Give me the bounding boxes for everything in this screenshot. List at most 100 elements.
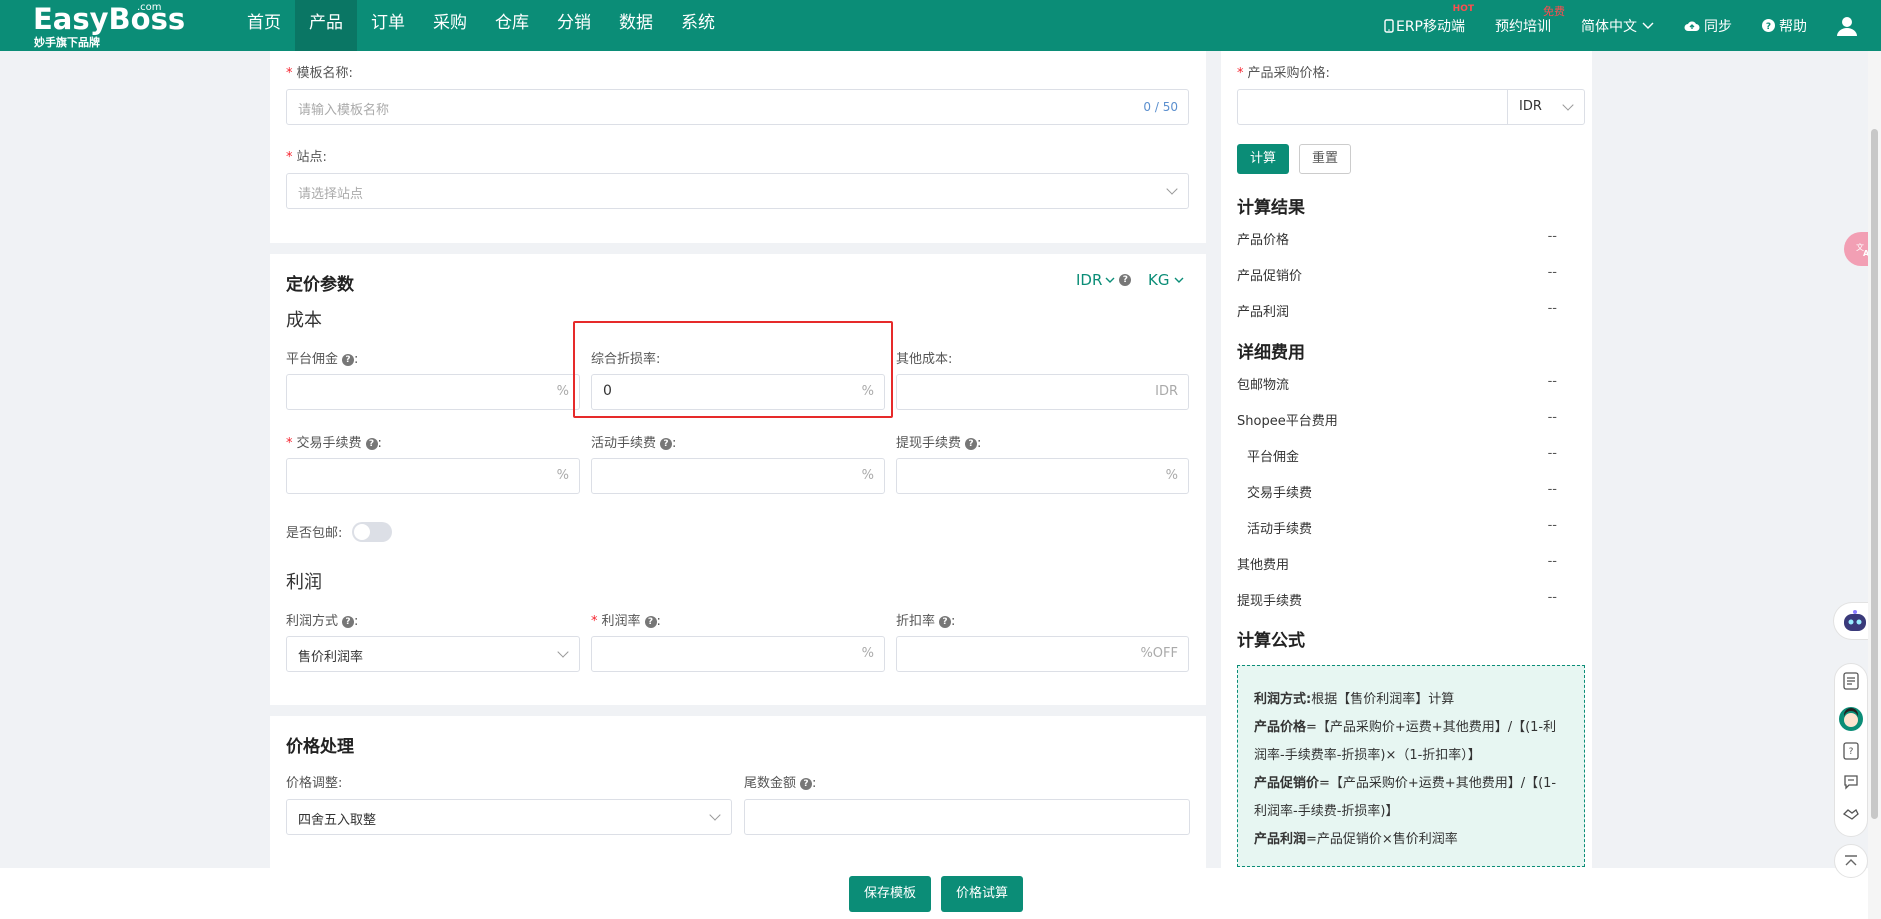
question-icon[interactable]: ? bbox=[800, 778, 813, 790]
discount-rate-input[interactable]: %OFF bbox=[896, 636, 1189, 672]
tail-amount-label: 尾数金额?: bbox=[744, 776, 817, 791]
help-link[interactable]: ? 帮助 bbox=[1762, 16, 1807, 36]
detail-fees-title: 详细费用 bbox=[1237, 343, 1305, 363]
training-link[interactable]: 预约培训 免费 bbox=[1495, 5, 1565, 36]
formula-box: 利润方式:根据【售价利润率】计算 产品价格=【产品采购价+运费+其他费用】/【(… bbox=[1237, 665, 1585, 867]
platform-commission-input[interactable]: % bbox=[286, 374, 580, 410]
transaction-fee-label: * 交易手续费?: bbox=[286, 436, 382, 451]
question-icon[interactable]: ? bbox=[365, 438, 378, 450]
language-label: 简体中文 bbox=[1581, 18, 1637, 35]
question-icon[interactable]: ? bbox=[965, 438, 978, 450]
transaction-fee-input[interactable]: % bbox=[286, 458, 580, 494]
nav-data[interactable]: 数据 bbox=[605, 0, 667, 51]
cloud-upload-icon bbox=[1684, 21, 1700, 31]
free-badge: 免费 bbox=[1543, 4, 1565, 18]
weight-unit-select[interactable]: KG bbox=[1148, 271, 1184, 289]
formula-price-line: 产品价格=【产品采购价+运费+其他费用】/【(1-利润率-手续费率-折损率)×（… bbox=[1254, 720, 1557, 763]
price-trial-button[interactable]: 价格试算 bbox=[941, 876, 1023, 912]
help-label: 帮助 bbox=[1779, 18, 1807, 35]
page-scrollbar[interactable] bbox=[1868, 51, 1881, 919]
nav-distribution[interactable]: 分销 bbox=[543, 0, 605, 51]
site-select[interactable]: 请选择站点 bbox=[286, 173, 1189, 209]
template-name-input[interactable]: 请输入模板名称 0 / 50 bbox=[286, 89, 1189, 125]
question-icon[interactable]: ? bbox=[1119, 274, 1132, 286]
svg-text:?: ? bbox=[1849, 747, 1854, 757]
scrollbar-thumb[interactable] bbox=[1871, 129, 1878, 819]
main-nav: 首页 产品 订单 采购 仓库 分销 数据 系统 bbox=[233, 0, 729, 51]
question-icon[interactable]: ? bbox=[342, 354, 355, 366]
profit-method-value: 售价利润率 bbox=[298, 650, 364, 665]
svg-text:?: ? bbox=[1766, 22, 1771, 32]
formula-title: 计算公式 bbox=[1237, 631, 1305, 651]
nav-warehouse[interactable]: 仓库 bbox=[481, 0, 543, 51]
result-row: 产品促销价 -- bbox=[1237, 265, 1557, 284]
reset-button[interactable]: 重置 bbox=[1299, 144, 1351, 174]
nav-orders[interactable]: 订单 bbox=[357, 0, 419, 51]
result-row: 产品价格 -- bbox=[1237, 229, 1557, 248]
chevron-down-icon bbox=[1642, 22, 1654, 29]
weight-unit-value: KG bbox=[1148, 271, 1170, 289]
detail-row: 活动手续费 -- bbox=[1247, 518, 1557, 537]
side-toolbar: ? bbox=[1834, 663, 1868, 837]
calculate-button[interactable]: 计算 bbox=[1237, 144, 1289, 174]
question-icon[interactable]: ? bbox=[644, 616, 657, 628]
save-template-button[interactable]: 保存模板 bbox=[849, 876, 931, 912]
site-label: * 站点: bbox=[286, 150, 327, 165]
other-cost-input[interactable]: IDR bbox=[896, 374, 1189, 410]
purchase-price-label: * 产品采购价格: bbox=[1237, 66, 1330, 81]
logo-brand-text: EasyBoss bbox=[33, 2, 186, 36]
withdraw-fee-label: 提现手续费?: bbox=[896, 436, 982, 451]
price-adjust-value: 四舍五入取整 bbox=[298, 813, 377, 828]
logo-dotcom-text: .com bbox=[137, 2, 162, 13]
purchase-currency-select[interactable]: IDR bbox=[1507, 89, 1585, 125]
question-circle-icon: ? bbox=[1762, 19, 1775, 32]
question-icon[interactable]: ? bbox=[342, 616, 355, 628]
nav-home[interactable]: 首页 bbox=[233, 0, 295, 51]
nav-system[interactable]: 系统 bbox=[667, 0, 729, 51]
customer-service-avatar-icon[interactable] bbox=[1838, 706, 1864, 732]
platform-commission-label: 平台佣金?: bbox=[286, 352, 359, 367]
language-select[interactable]: 简体中文 bbox=[1581, 16, 1654, 36]
percent-suffix: % bbox=[556, 468, 569, 483]
currency-select[interactable]: IDR ? bbox=[1076, 271, 1132, 289]
user-avatar[interactable] bbox=[1837, 16, 1857, 36]
handshake-icon[interactable] bbox=[1842, 806, 1860, 822]
document-icon[interactable] bbox=[1843, 672, 1859, 690]
purchase-price-input[interactable] bbox=[1237, 89, 1509, 125]
erp-mobile-link[interactable]: ERP移动端 HOT bbox=[1384, 4, 1474, 36]
free-shipping-toggle[interactable] bbox=[352, 522, 392, 542]
chat-icon[interactable] bbox=[1843, 774, 1859, 790]
detail-row: 包邮物流 -- bbox=[1237, 374, 1557, 393]
highlight-annotation-box bbox=[573, 321, 893, 418]
basic-info-card: * 模板名称: 请输入模板名称 0 / 50 * 站点: 请选择站点 bbox=[270, 51, 1206, 243]
nav-product[interactable]: 产品 bbox=[295, 0, 357, 51]
question-icon[interactable]: ? bbox=[660, 438, 673, 450]
template-name-placeholder: 请输入模板名称 bbox=[298, 103, 390, 118]
question-icon[interactable]: ? bbox=[939, 616, 952, 628]
tail-amount-input[interactable] bbox=[744, 799, 1190, 835]
activity-fee-input[interactable]: % bbox=[591, 458, 885, 494]
price-adjust-select[interactable]: 四舍五入取整 bbox=[286, 799, 732, 835]
profit-method-select[interactable]: 售价利润率 bbox=[286, 636, 580, 672]
faq-book-icon[interactable]: ? bbox=[1843, 742, 1859, 760]
profit-rate-label: * 利润率?: bbox=[591, 614, 661, 629]
erp-mobile-label: ERP移动端 bbox=[1395, 18, 1465, 35]
formula-profit-line: 产品利润=产品促销价×售价利润率 bbox=[1254, 832, 1458, 847]
easyboss-logo[interactable]: EasyBoss .com 妙手旗下品牌 bbox=[33, 2, 185, 50]
chevron-down-icon bbox=[1166, 183, 1178, 195]
sync-button[interactable]: 同步 bbox=[1684, 16, 1732, 36]
hot-badge: HOT bbox=[1452, 3, 1474, 14]
percent-suffix: % bbox=[861, 646, 874, 661]
profit-rate-input[interactable]: % bbox=[591, 636, 885, 672]
user-icon bbox=[1837, 16, 1857, 36]
arrow-up-icon bbox=[1845, 855, 1857, 866]
withdraw-fee-input[interactable]: % bbox=[896, 458, 1189, 494]
chevron-down-icon bbox=[709, 809, 721, 821]
chevron-down-icon bbox=[1174, 277, 1184, 283]
top-right-actions: ERP移动端 HOT 预约培训 免费 简体中文 同步 ? 帮助 bbox=[1384, 0, 1881, 51]
nav-purchase[interactable]: 采购 bbox=[419, 0, 481, 51]
back-to-top-button[interactable] bbox=[1834, 844, 1868, 878]
detail-row: 提现手续费 -- bbox=[1237, 590, 1557, 609]
activity-fee-label: 活动手续费?: bbox=[591, 436, 677, 451]
site-placeholder: 请选择站点 bbox=[298, 187, 364, 202]
